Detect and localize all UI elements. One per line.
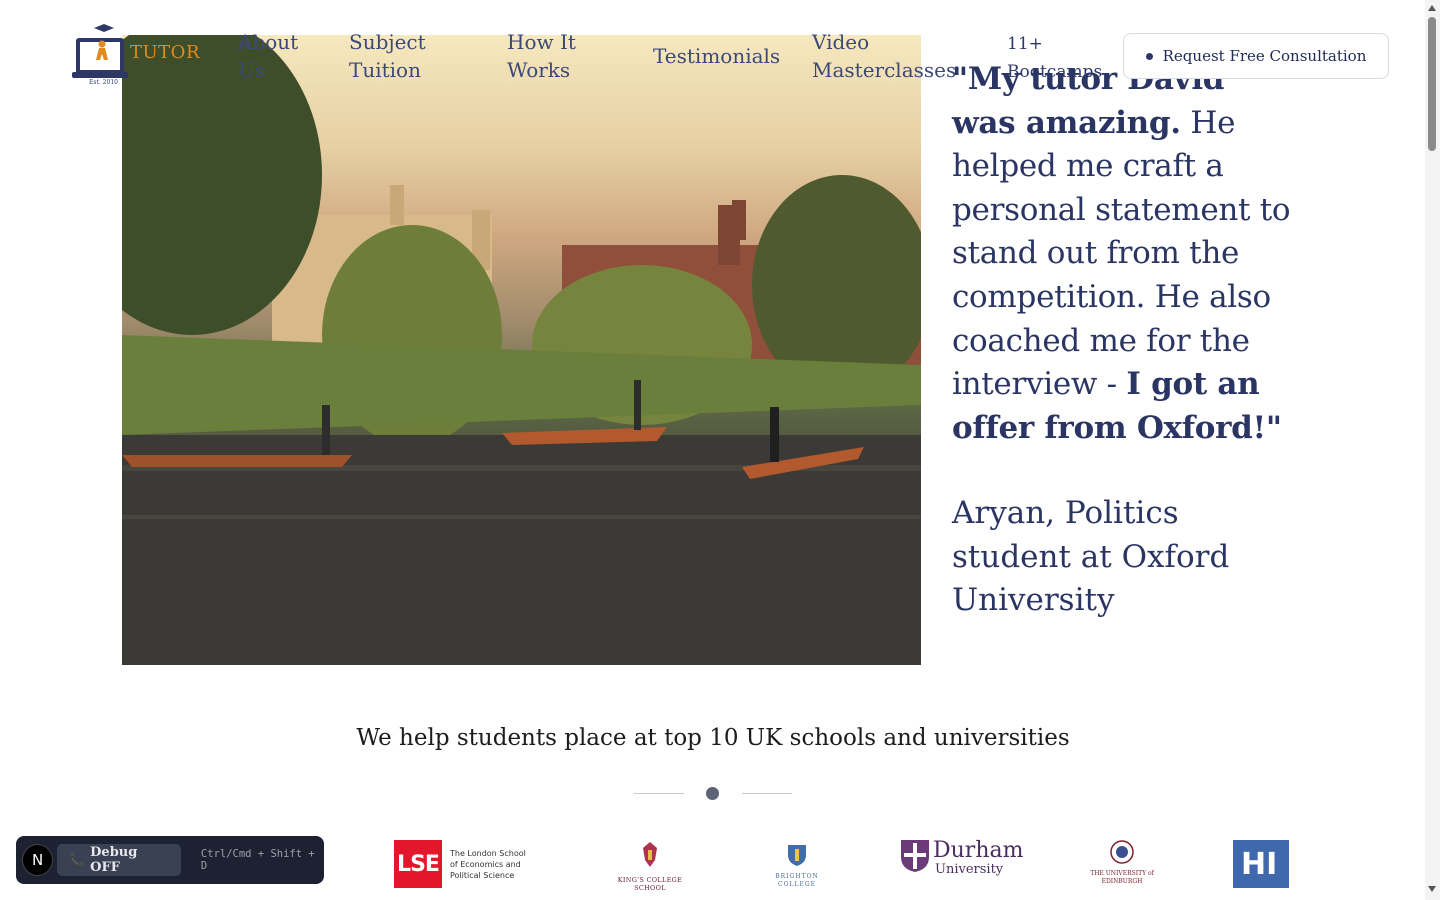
- lse-logo: LSE The London School of Economics and P…: [394, 840, 530, 888]
- lse-name: The London School of Economics and Polit…: [450, 848, 526, 880]
- scroll-thumb[interactable]: [1428, 17, 1436, 151]
- bullet-icon: [1145, 52, 1153, 60]
- cta-label: Request Free Consultation: [1162, 47, 1367, 65]
- college-tower: [390, 185, 404, 225]
- nav-video-masterclasses[interactable]: Video Masterclasses: [812, 28, 962, 84]
- grad-cap: [94, 24, 114, 32]
- debug-button-label: Debug OFF: [90, 845, 138, 875]
- quote-body: He helped me craft a personal statement …: [952, 104, 1291, 403]
- durham-crest-icon: [901, 840, 929, 872]
- brighton-logo: BRIGHTON COLLEGE: [774, 843, 820, 889]
- phone-icon: 📞: [69, 853, 85, 867]
- punter: [770, 407, 779, 462]
- next-badge-icon[interactable]: N: [22, 844, 54, 876]
- partial-logo: HI: [1233, 840, 1289, 888]
- divider: [634, 793, 684, 794]
- edinburgh-seal-icon: [1110, 840, 1134, 864]
- edinburgh-name: THE UNIVERSITY of EDINBURGH: [1090, 870, 1154, 885]
- scroll-down-icon[interactable]: [1428, 886, 1436, 892]
- durham-cross-h: [904, 853, 926, 857]
- scroll-up-icon[interactable]: [1428, 5, 1436, 11]
- testimonial-quote: "My tutor David was amazing. He helped m…: [952, 58, 1292, 450]
- durham-line1: Durham: [933, 838, 1024, 863]
- hero-scene: [122, 35, 921, 665]
- hero-image: [122, 35, 921, 665]
- logo-text: TUTOR: [130, 42, 200, 63]
- punter: [634, 380, 641, 430]
- divider-dot-icon: [706, 787, 719, 800]
- durham-line2: University: [935, 862, 1004, 877]
- nav-how-it-works[interactable]: How It Works: [507, 28, 607, 84]
- figure-head: [98, 40, 106, 48]
- debug-toggle-button[interactable]: 📞 Debug OFF: [57, 844, 181, 876]
- nav-about[interactable]: About Us: [238, 28, 308, 84]
- durham-text: Durham University: [933, 839, 1023, 877]
- request-consultation-button[interactable]: Request Free Consultation: [1123, 33, 1389, 79]
- brighton-name: BRIGHTON COLLEGE: [775, 873, 819, 888]
- scrollbar[interactable]: [1425, 0, 1440, 900]
- logo-est: Est. 2010: [89, 79, 118, 86]
- laptop-base: [72, 72, 128, 78]
- divider: [742, 793, 792, 794]
- water-reflection: [122, 515, 921, 519]
- punt-boat: [122, 455, 352, 467]
- brick-tower: [732, 200, 746, 240]
- edinburgh-seal-center: [1116, 846, 1128, 858]
- nav-testimonials[interactable]: Testimonials: [653, 42, 780, 70]
- punter: [322, 405, 330, 455]
- section-title: We help students place at top 10 UK scho…: [356, 725, 1070, 751]
- brighton-shield-detail: [795, 849, 799, 861]
- durham-logo: Durham University: [900, 839, 1023, 877]
- testimonial-attribution: Aryan, Politics student at Oxford Univer…: [952, 495, 1230, 619]
- kcs-crest-icon: [643, 842, 657, 867]
- kcs-logo: KING'S COLLEGE SCHOOL: [604, 840, 696, 892]
- edinburgh-logo: THE UNIVERSITY of EDINBURGH: [1090, 840, 1154, 886]
- lse-mark: LSE: [394, 840, 442, 888]
- debug-toolbar: N 📞 Debug OFF Ctrl/Cmd + Shift + D: [16, 836, 324, 884]
- nav-subject-tuition[interactable]: Subject Tuition: [349, 28, 459, 84]
- brighton-shield-icon: [788, 845, 806, 866]
- kcs-crest-detail: [648, 850, 652, 860]
- kcs-name: KING'S COLLEGE SCHOOL: [617, 876, 683, 892]
- nav-bootcamps[interactable]: 11+ Bootcamps: [1007, 30, 1127, 86]
- debug-shortcut: Ctrl/Cmd + Shift + D: [200, 848, 315, 872]
